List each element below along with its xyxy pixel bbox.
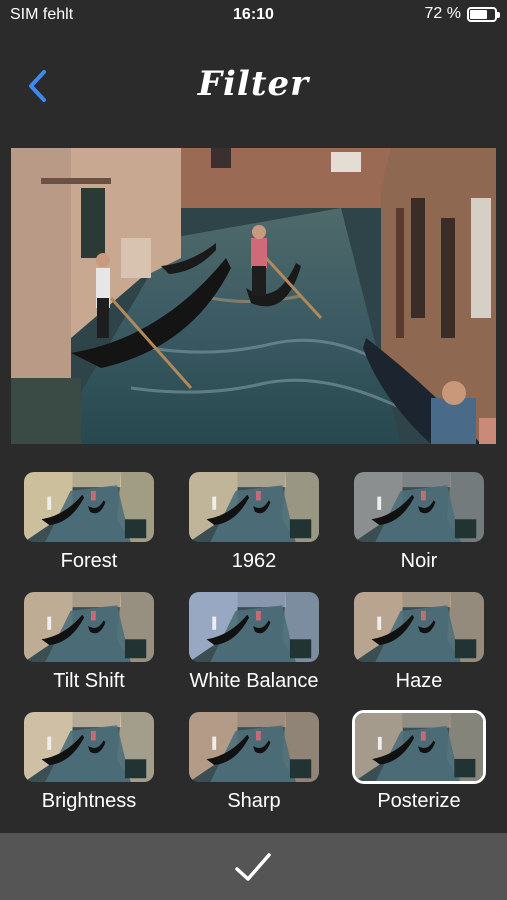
filter-thumbnail bbox=[352, 590, 486, 664]
status-bar: SIM fehlt 16:10 72 % bbox=[0, 0, 507, 30]
filter-label: 1962 bbox=[231, 550, 277, 572]
filter-label: Forest bbox=[60, 550, 118, 572]
filter-thumbnail bbox=[22, 590, 156, 664]
filter-option-tilt-shift[interactable]: Tilt Shift bbox=[19, 590, 159, 693]
page-title: Filter bbox=[197, 64, 310, 104]
filter-thumbnail bbox=[22, 470, 156, 544]
filter-option-sharp[interactable]: Sharp bbox=[184, 710, 324, 813]
filter-thumbnail bbox=[187, 710, 321, 784]
bottom-toolbar bbox=[0, 833, 507, 900]
filter-thumbnail bbox=[352, 470, 486, 544]
filter-thumbnail bbox=[352, 710, 486, 784]
filter-option-noir[interactable]: Noir bbox=[349, 470, 489, 573]
filter-label: Brightness bbox=[41, 790, 137, 812]
filter-label: Noir bbox=[400, 550, 438, 572]
filter-thumbnail bbox=[187, 590, 321, 664]
confirm-button[interactable] bbox=[231, 847, 275, 887]
preview-image bbox=[11, 148, 496, 444]
filter-option-haze[interactable]: Haze bbox=[349, 590, 489, 693]
filter-label: Tilt Shift bbox=[53, 670, 125, 692]
filter-thumbnail bbox=[22, 710, 156, 784]
filter-option-forest[interactable]: Forest bbox=[19, 470, 159, 573]
filter-label: White Balance bbox=[189, 670, 319, 692]
filter-option-brightness[interactable]: Brightness bbox=[19, 710, 159, 813]
filter-option-posterize[interactable]: Posterize bbox=[349, 710, 489, 813]
battery-percent: 72 % bbox=[424, 5, 461, 22]
filter-option-1962[interactable]: 1962 bbox=[184, 470, 324, 573]
battery-status: 72 % bbox=[424, 5, 500, 23]
filter-label: Haze bbox=[395, 670, 443, 692]
filter-label: Sharp bbox=[227, 790, 281, 812]
filter-thumbnail bbox=[187, 470, 321, 544]
checkmark-icon bbox=[235, 853, 271, 881]
filter-label: Posterize bbox=[377, 790, 461, 812]
filter-option-white-balance[interactable]: White Balance bbox=[184, 590, 324, 693]
battery-icon bbox=[467, 6, 500, 22]
